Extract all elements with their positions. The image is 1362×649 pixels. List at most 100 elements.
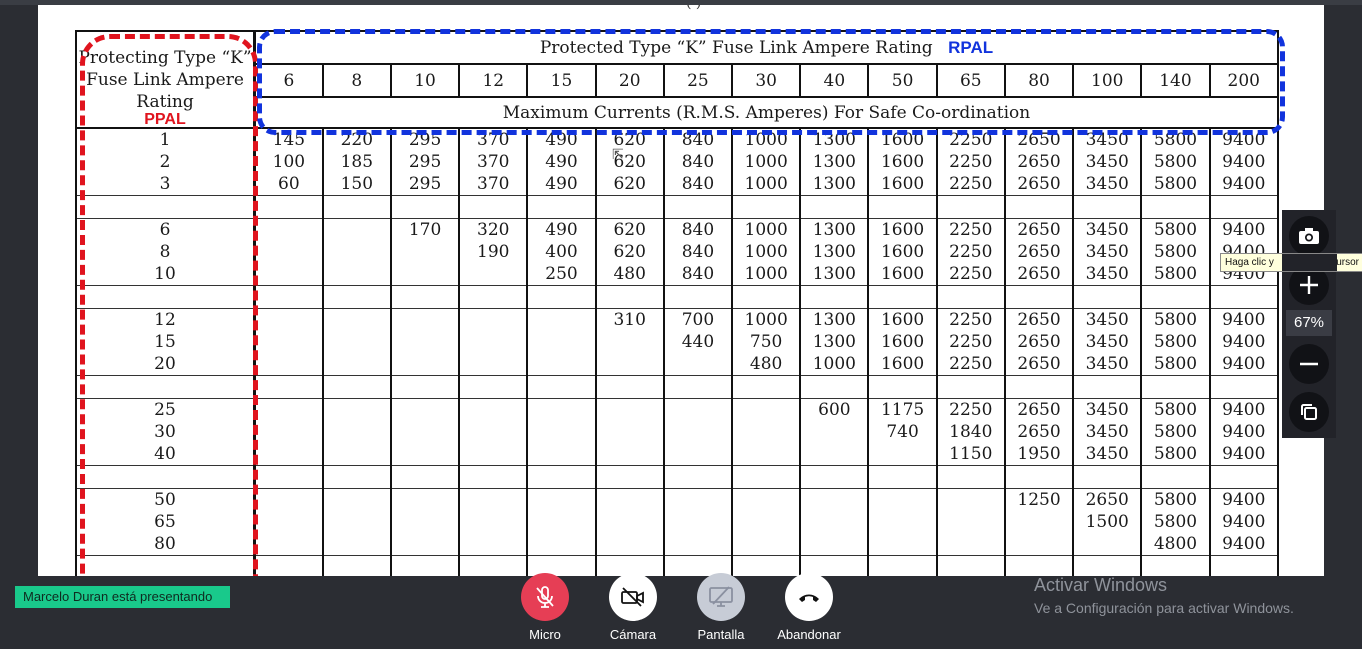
table-cell — [253, 308, 324, 331]
table-cell — [731, 443, 802, 466]
leave-button[interactable]: Abandonar — [769, 573, 849, 642]
table-cell — [731, 195, 802, 219]
table-cell — [526, 331, 597, 353]
screen-share-button[interactable]: Pantalla — [681, 573, 761, 642]
table-cell: 5800 — [1140, 511, 1211, 533]
table-cell: 620 — [594, 173, 665, 196]
table-cell: 3450 — [1072, 151, 1143, 173]
table-cell: 3450 — [1072, 331, 1143, 353]
table-cell — [662, 375, 734, 399]
table-cell — [526, 398, 597, 421]
mic-off-icon — [521, 573, 569, 621]
table-cell: 2250 — [935, 398, 1006, 421]
table-cell — [935, 533, 1006, 556]
table-cell: 5800 — [1140, 331, 1211, 353]
mic-button[interactable]: Micro — [505, 573, 585, 642]
table-row: 3 60 150 295 370 490 620 840 1000 1300 1600 2250 265… — [75, 173, 1280, 196]
row-rating-cell: 50 — [75, 488, 256, 511]
table-cell: 2650 — [1003, 151, 1075, 173]
table-cell: 1600 — [867, 151, 938, 173]
minus-icon[interactable] — [1289, 344, 1329, 384]
table-cell: 1300 — [799, 128, 870, 151]
table-cell — [458, 465, 529, 489]
row-rating-cell: 30 — [75, 421, 256, 443]
table-cell: 9400 — [1208, 151, 1280, 173]
table-cell: 370 — [458, 151, 529, 173]
table-cell: 1000 — [731, 151, 802, 173]
table-cell: 1600 — [867, 128, 938, 151]
phone-hangup-icon — [785, 573, 833, 621]
table-cell: 840 — [662, 128, 734, 151]
table-cell — [935, 375, 1006, 399]
table-cell — [253, 443, 324, 466]
table-cell — [253, 331, 324, 353]
table-cell: 1600 — [867, 331, 938, 353]
row-rating-cell: 65 — [75, 511, 256, 533]
row-rating-cell: 80 — [75, 533, 256, 556]
table-cell — [935, 195, 1006, 219]
table-cell — [458, 375, 529, 399]
table-cell — [458, 511, 529, 533]
table-cell — [935, 285, 1006, 309]
table-cell — [321, 263, 392, 286]
table-cell: 1600 — [867, 263, 938, 286]
table-cell — [799, 443, 870, 466]
camera-icon[interactable] — [1289, 216, 1329, 256]
table-cell — [321, 533, 392, 556]
table-cell: 1300 — [799, 173, 870, 196]
table-row — [75, 285, 1280, 309]
table-cell — [1140, 375, 1211, 399]
table-cell: 2650 — [1003, 353, 1075, 376]
table-cell: 1600 — [867, 218, 938, 241]
table-cell — [458, 285, 529, 309]
mouse-cursor-icon: ⇱ — [612, 146, 624, 162]
table-cell — [253, 398, 324, 421]
table-cell — [662, 353, 734, 376]
table-cell — [1208, 195, 1280, 219]
copy-icon[interactable] — [1289, 392, 1329, 432]
table-cell: 3450 — [1072, 128, 1143, 151]
table-cell: 440 — [662, 331, 734, 353]
column-header-6: 6 — [253, 63, 324, 99]
table-cell — [867, 511, 938, 533]
table-row — [75, 375, 1280, 399]
table-cell: 370 — [458, 173, 529, 196]
table-cell: 840 — [662, 151, 734, 173]
table-cell: 3450 — [1072, 308, 1143, 331]
table-cell: 3450 — [1072, 173, 1143, 196]
table-cell: 1000 — [731, 241, 802, 263]
column-header-65: 65 — [935, 63, 1006, 99]
table-cell — [458, 488, 529, 511]
table-cell — [389, 285, 461, 309]
table-cell — [253, 375, 324, 399]
table-cell — [526, 533, 597, 556]
top-header-cell: Protected Type “K” Fuse Link Ampere Rati… — [253, 29, 1279, 66]
table-cell: 190 — [458, 241, 529, 263]
table-cell — [799, 375, 870, 399]
table-cell — [526, 308, 597, 331]
table-cell: 600 — [799, 398, 870, 421]
table-row: 2 100 185 295 370 490 620 840 1000 1300 1600 2250 26… — [75, 151, 1280, 173]
tooltip-text-left: Haga clic y — [1225, 257, 1274, 268]
table-cell: 3450 — [1072, 398, 1143, 421]
table-cell: 5800 — [1140, 398, 1211, 421]
table-cell: 2250 — [935, 241, 1006, 263]
table-cell — [526, 488, 597, 511]
screen-share-off-icon — [697, 573, 745, 621]
row-rating-cell: 15 — [75, 331, 256, 353]
table-cell: 1950 — [1003, 443, 1075, 466]
table-cell — [1140, 285, 1211, 309]
table-cell: 1000 — [731, 173, 802, 196]
table-cell — [1208, 555, 1280, 576]
table-cell: 5800 — [1140, 241, 1211, 263]
camera-button[interactable]: Cámara — [593, 573, 673, 642]
windows-activation-watermark: Activar Windows Ve a Configuración para … — [1034, 575, 1294, 616]
table-cell: 5800 — [1140, 308, 1211, 331]
table-cell: 750 — [731, 331, 802, 353]
table-cell — [935, 555, 1006, 576]
table-cell — [867, 443, 938, 466]
column-header-30: 30 — [731, 63, 802, 99]
table-cell — [321, 195, 392, 219]
table-cell: 740 — [867, 421, 938, 443]
table-cell — [458, 308, 529, 331]
